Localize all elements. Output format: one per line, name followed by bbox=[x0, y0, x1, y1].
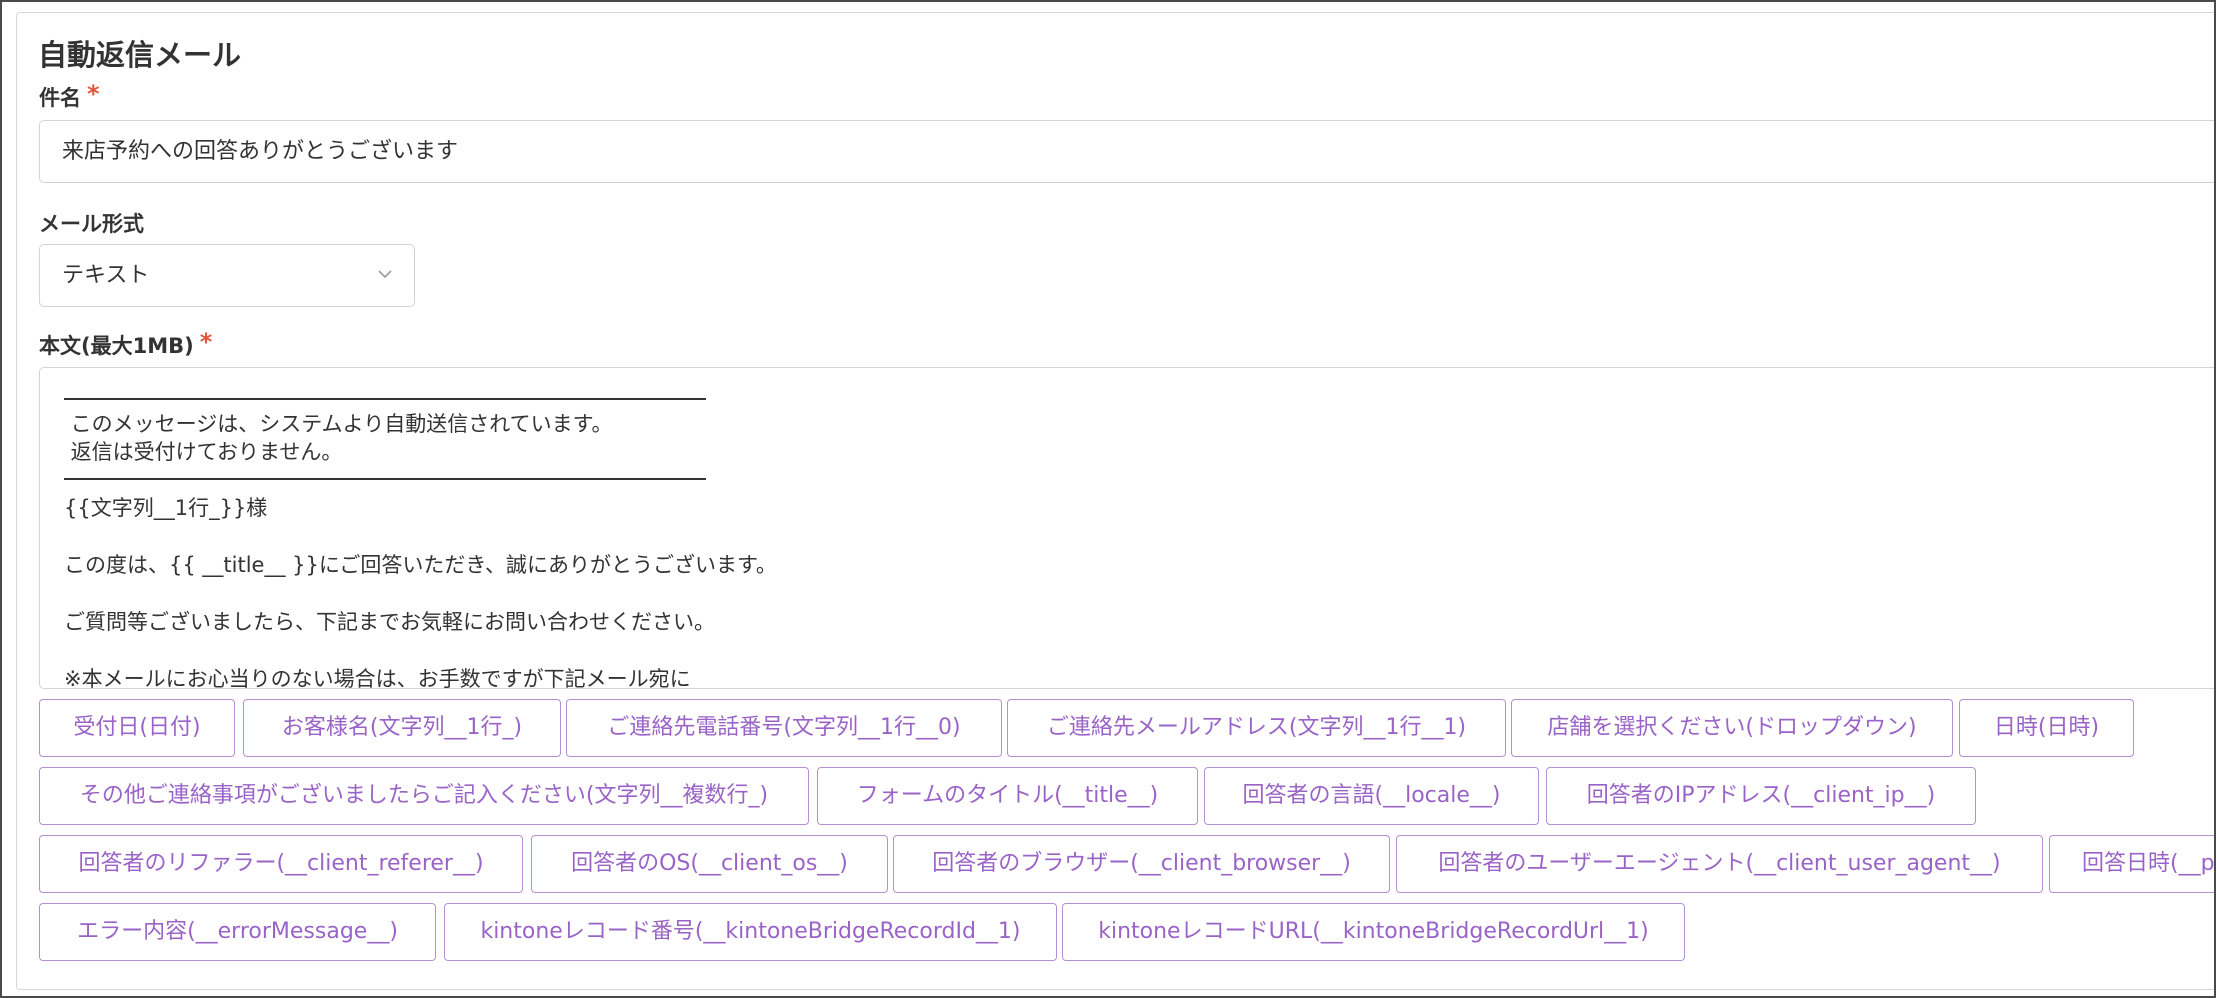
chip-email[interactable]: ご連絡先メールアドレス(文字列__1行__1) bbox=[1007, 699, 1506, 757]
chip-client-referer[interactable]: 回答者のリファラー(__client_referer__) bbox=[39, 835, 523, 893]
body-label: 本文(最大1MB) * bbox=[39, 330, 212, 360]
chip-received-date[interactable]: 受付日(日付) bbox=[39, 699, 235, 757]
chip-client-user-agent[interactable]: 回答者のユーザーエージェント(__client_user_agent__) bbox=[1396, 835, 2043, 893]
chip-row: その他ご連絡事項がございましたらご記入ください(文字列__複数行_) フォームの… bbox=[39, 767, 2214, 825]
chip-client-os[interactable]: 回答者のOS(__client_os__) bbox=[531, 835, 888, 893]
body-line: この度は、{{ __title__ }}にご回答いただき、誠にありがとうございま… bbox=[64, 553, 777, 577]
chip-locale[interactable]: 回答者の言語(__locale__) bbox=[1204, 767, 1539, 825]
chip-other-notes[interactable]: その他ご連絡事項がございましたらご記入ください(文字列__複数行_) bbox=[39, 767, 809, 825]
body-line: ※本メールにお心当りのない場合は、お手数ですが下記メール宛に bbox=[64, 667, 691, 689]
window-frame: 自動返信メール 件名 * 来店予約への回答ありがとうございます メール形式 テキス… bbox=[0, 0, 2216, 998]
body-line: {{文字列__1行_}}様 bbox=[64, 496, 268, 520]
chip-kintone-record-id[interactable]: kintoneレコード番号(__kintoneBridgeRecordId__1… bbox=[444, 903, 1057, 961]
chip-client-ip[interactable]: 回答者のIPアドレス(__client_ip__) bbox=[1546, 767, 1976, 825]
chip-answered-at[interactable]: 回答日時(__p bbox=[2049, 835, 2214, 893]
chip-row: エラー内容(__errorMessage__) kintoneレコード番号(__… bbox=[39, 903, 2214, 961]
mail-format-selected: テキスト bbox=[62, 263, 150, 288]
chip-datetime[interactable]: 日時(日時) bbox=[1959, 699, 2134, 757]
subject-input[interactable]: 来店予約への回答ありがとうございます bbox=[39, 120, 2214, 183]
mail-format-select[interactable]: テキスト bbox=[39, 244, 415, 307]
placeholder-chips: 受付日(日付) お客様名(文字列__1行_) ご連絡先電話番号(文字列__1行_… bbox=[39, 699, 2214, 971]
body-line: このメッセージは、システムより自動送信されています。 bbox=[64, 412, 613, 436]
subject-label-text: 件名 bbox=[39, 86, 81, 110]
chip-client-browser[interactable]: 回答者のブラウザー(__client_browser__) bbox=[893, 835, 1390, 893]
chip-form-title[interactable]: フォームのタイトル(__title__) bbox=[817, 767, 1198, 825]
chevron-down-icon bbox=[378, 270, 392, 279]
body-rule-line bbox=[64, 466, 2214, 490]
chip-row: 受付日(日付) お客様名(文字列__1行_) ご連絡先電話番号(文字列__1行_… bbox=[39, 699, 2214, 757]
subject-required-mark: * bbox=[87, 80, 100, 108]
body-rule-line bbox=[64, 386, 2214, 410]
body-required-mark: * bbox=[199, 328, 213, 356]
body-line: ご質問等ございましたら、下記までお気軽にお問い合わせください。 bbox=[64, 610, 715, 634]
chip-customer-name[interactable]: お客様名(文字列__1行_) bbox=[243, 699, 561, 757]
chip-row: 回答者のリファラー(__client_referer__) 回答者のOS(__c… bbox=[39, 835, 2214, 893]
section-title: 自動返信メール bbox=[38, 38, 242, 72]
body-label-text: 本文(最大1MB) bbox=[39, 334, 194, 358]
mail-format-label: メール形式 bbox=[39, 212, 144, 236]
chip-kintone-record-url[interactable]: kintoneレコードURL(__kintoneBridgeRecordUrl_… bbox=[1062, 903, 1685, 961]
body-textarea[interactable]: このメッセージは、システムより自動送信されています。 返信は受付けておりません。… bbox=[39, 367, 2214, 689]
body-line: 返信は受付けておりません。 bbox=[64, 440, 343, 464]
chip-store-select[interactable]: 店舗を選択ください(ドロップダウン) bbox=[1511, 699, 1953, 757]
chip-phone[interactable]: ご連絡先電話番号(文字列__1行__0) bbox=[566, 699, 1002, 757]
subject-label: 件名 * bbox=[39, 82, 100, 112]
chip-error-message[interactable]: エラー内容(__errorMessage__) bbox=[39, 903, 436, 961]
